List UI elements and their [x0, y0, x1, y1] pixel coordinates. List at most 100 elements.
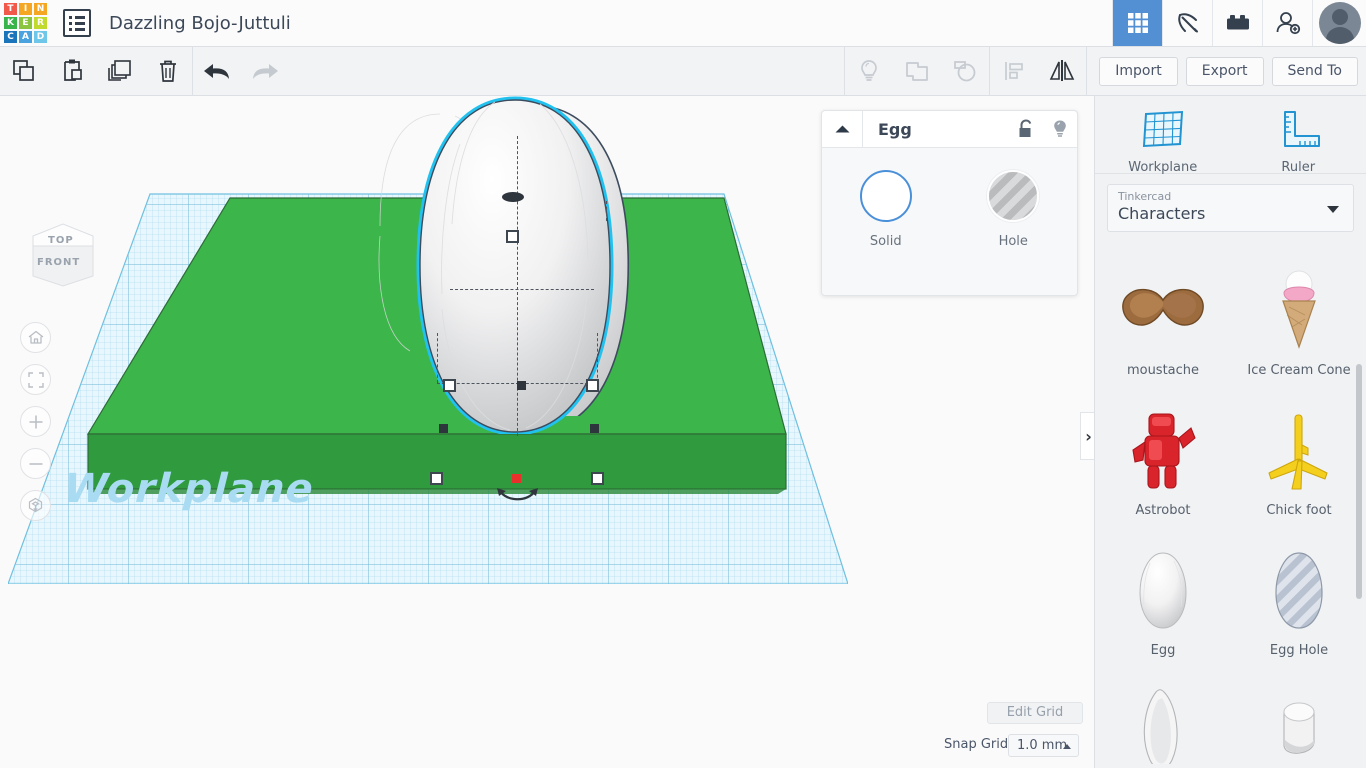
logo-tile-d: D [34, 31, 47, 43]
avatar[interactable] [1312, 0, 1366, 46]
snap-grid-label: Snap Grid [944, 737, 1009, 752]
shape-label: Ice Cream Cone [1247, 363, 1351, 378]
rotate-handle-top[interactable] [500, 190, 526, 204]
ungroup-icon[interactable] [941, 47, 989, 96]
fit-all-icon[interactable] [20, 364, 51, 395]
shape-label: Egg [1150, 643, 1176, 658]
design-canvas[interactable]: Workplane TOP FRONT Egg Solid Hole Edit … [0, 96, 1094, 768]
scale-handle-left[interactable] [443, 379, 456, 392]
shape-label: moustache [1126, 363, 1200, 378]
logo-tile-i: I [19, 3, 32, 15]
workplane-tool[interactable]: Workplane [1095, 96, 1231, 175]
logo-tile-c: C [4, 31, 17, 43]
ruler-icon [1284, 111, 1321, 147]
gizmo-base-left [437, 333, 438, 383]
center-handle[interactable] [517, 381, 526, 390]
group-icon[interactable] [893, 47, 941, 96]
scale-handle-right[interactable] [586, 379, 599, 392]
hole-mode-label: Hole [998, 234, 1028, 249]
home-view-icon[interactable] [20, 322, 51, 353]
hole-swatch [987, 170, 1040, 222]
view-nav-controls [20, 322, 51, 532]
shape-item-egg-hole[interactable]: Egg Hole [1231, 528, 1366, 668]
page-title: Dazzling Bojo-Juttuli [109, 13, 291, 34]
action-buttons-group: Import Export Send To [1087, 56, 1366, 86]
tinkercad-logo[interactable]: TIN KER CAD [1, 1, 47, 46]
viewcube-top-label: TOP [48, 235, 74, 246]
bunny-ear-thumb [1134, 685, 1192, 764]
shape-library-select[interactable]: Tinkercad Characters [1107, 184, 1354, 232]
view-cube[interactable]: TOP FRONT [23, 214, 103, 296]
delete-icon[interactable] [144, 47, 192, 96]
astrobot-thumb [1123, 405, 1203, 497]
shape-item-ice-cream-cone[interactable]: Ice Cream Cone [1231, 248, 1366, 388]
project-list-icon[interactable] [63, 9, 91, 37]
ruler-tool[interactable]: Ruler [1231, 96, 1366, 175]
library-selected-value: Characters [1118, 204, 1206, 223]
mirror-icon[interactable] [1038, 47, 1086, 96]
shape-item-chick-foot[interactable]: Chick foot [1231, 388, 1366, 528]
logo-tile-e: E [19, 17, 32, 29]
corner-handle-front-right[interactable] [591, 472, 604, 485]
workplane-icon [1142, 110, 1183, 148]
logo-tile-k: K [4, 17, 17, 29]
gizmo-axis-vertical [517, 136, 518, 436]
corner-handle-back-left[interactable] [439, 424, 448, 433]
grid-icon[interactable] [1112, 0, 1162, 46]
send-to-button[interactable]: Send To [1271, 56, 1358, 86]
chick-foot-thumb [1261, 405, 1337, 497]
pickaxe-icon[interactable] [1162, 0, 1212, 46]
rotate-handle-bottom[interactable] [495, 488, 540, 506]
scale-handle-top[interactable] [506, 230, 519, 243]
inspector-body: Solid Hole [822, 148, 1077, 249]
lightbulb-icon[interactable] [1043, 111, 1077, 148]
caret-up-icon[interactable] [822, 110, 863, 148]
corner-handle-front-left[interactable] [430, 472, 443, 485]
gizmo-base-right [597, 333, 598, 383]
shape-item-moustache[interactable]: moustache [1095, 248, 1231, 388]
lightbulb-icon[interactable] [845, 47, 893, 96]
inspector-title: Egg [878, 119, 912, 139]
corner-handle-back-right[interactable] [590, 424, 599, 433]
brick-icon[interactable] [1212, 0, 1262, 46]
unlock-icon[interactable] [1009, 111, 1043, 148]
shape-item-bunny-ear[interactable]: Bunny ear [1095, 668, 1231, 764]
snap-grid-select[interactable]: 1.0 mm [1008, 734, 1079, 757]
logo-tile-n: N [34, 3, 47, 15]
add-person-icon[interactable] [1262, 0, 1312, 46]
egg-thumb [1132, 545, 1194, 637]
chevron-down-icon [1327, 206, 1339, 213]
shape-label: Chick foot [1266, 503, 1332, 518]
shape-label: Egg Hole [1269, 643, 1329, 658]
gizmo-axis-top [606, 201, 607, 221]
perspective-toggle-icon[interactable] [20, 490, 51, 521]
import-button[interactable]: Import [1099, 56, 1178, 86]
zoom-in-icon[interactable] [20, 406, 51, 437]
edit-grid-button[interactable]: Edit Grid [987, 702, 1083, 724]
shape-item-egg[interactable]: Egg [1095, 528, 1231, 668]
egg-hole-thumb [1268, 545, 1330, 637]
undo-icon[interactable] [193, 47, 241, 96]
solid-swatch [859, 170, 912, 222]
ruler-tool-label: Ruler [1281, 160, 1316, 175]
zoom-out-icon[interactable] [20, 448, 51, 479]
panel-tools-row: Workplane Ruler [1095, 96, 1366, 175]
view-tools-group [845, 46, 1086, 96]
copy-icon[interactable] [0, 47, 48, 96]
export-button[interactable]: Export [1185, 56, 1264, 86]
workplane-tool-label: Workplane [1128, 160, 1198, 175]
viewcube-front-label: FRONT [37, 257, 81, 268]
solid-mode-option[interactable]: Solid [822, 170, 950, 249]
shape-item-bent-bunny-ear[interactable]: Bent Bunny Ear [1231, 668, 1366, 764]
hole-mode-option[interactable]: Hole [950, 170, 1078, 249]
redo-icon[interactable] [241, 47, 289, 96]
shapes-panel-scrollbar[interactable] [1356, 364, 1362, 599]
align-icon[interactable] [990, 47, 1038, 96]
height-handle[interactable] [512, 474, 521, 483]
snap-grid-value: 1.0 mm [1017, 738, 1068, 753]
logo-tile-a: A [19, 31, 32, 43]
duplicate-icon[interactable] [96, 47, 144, 96]
ice-cream-cone-thumb [1267, 265, 1331, 357]
shape-item-astrobot[interactable]: Astrobot [1095, 388, 1231, 528]
paste-icon[interactable] [48, 47, 96, 96]
